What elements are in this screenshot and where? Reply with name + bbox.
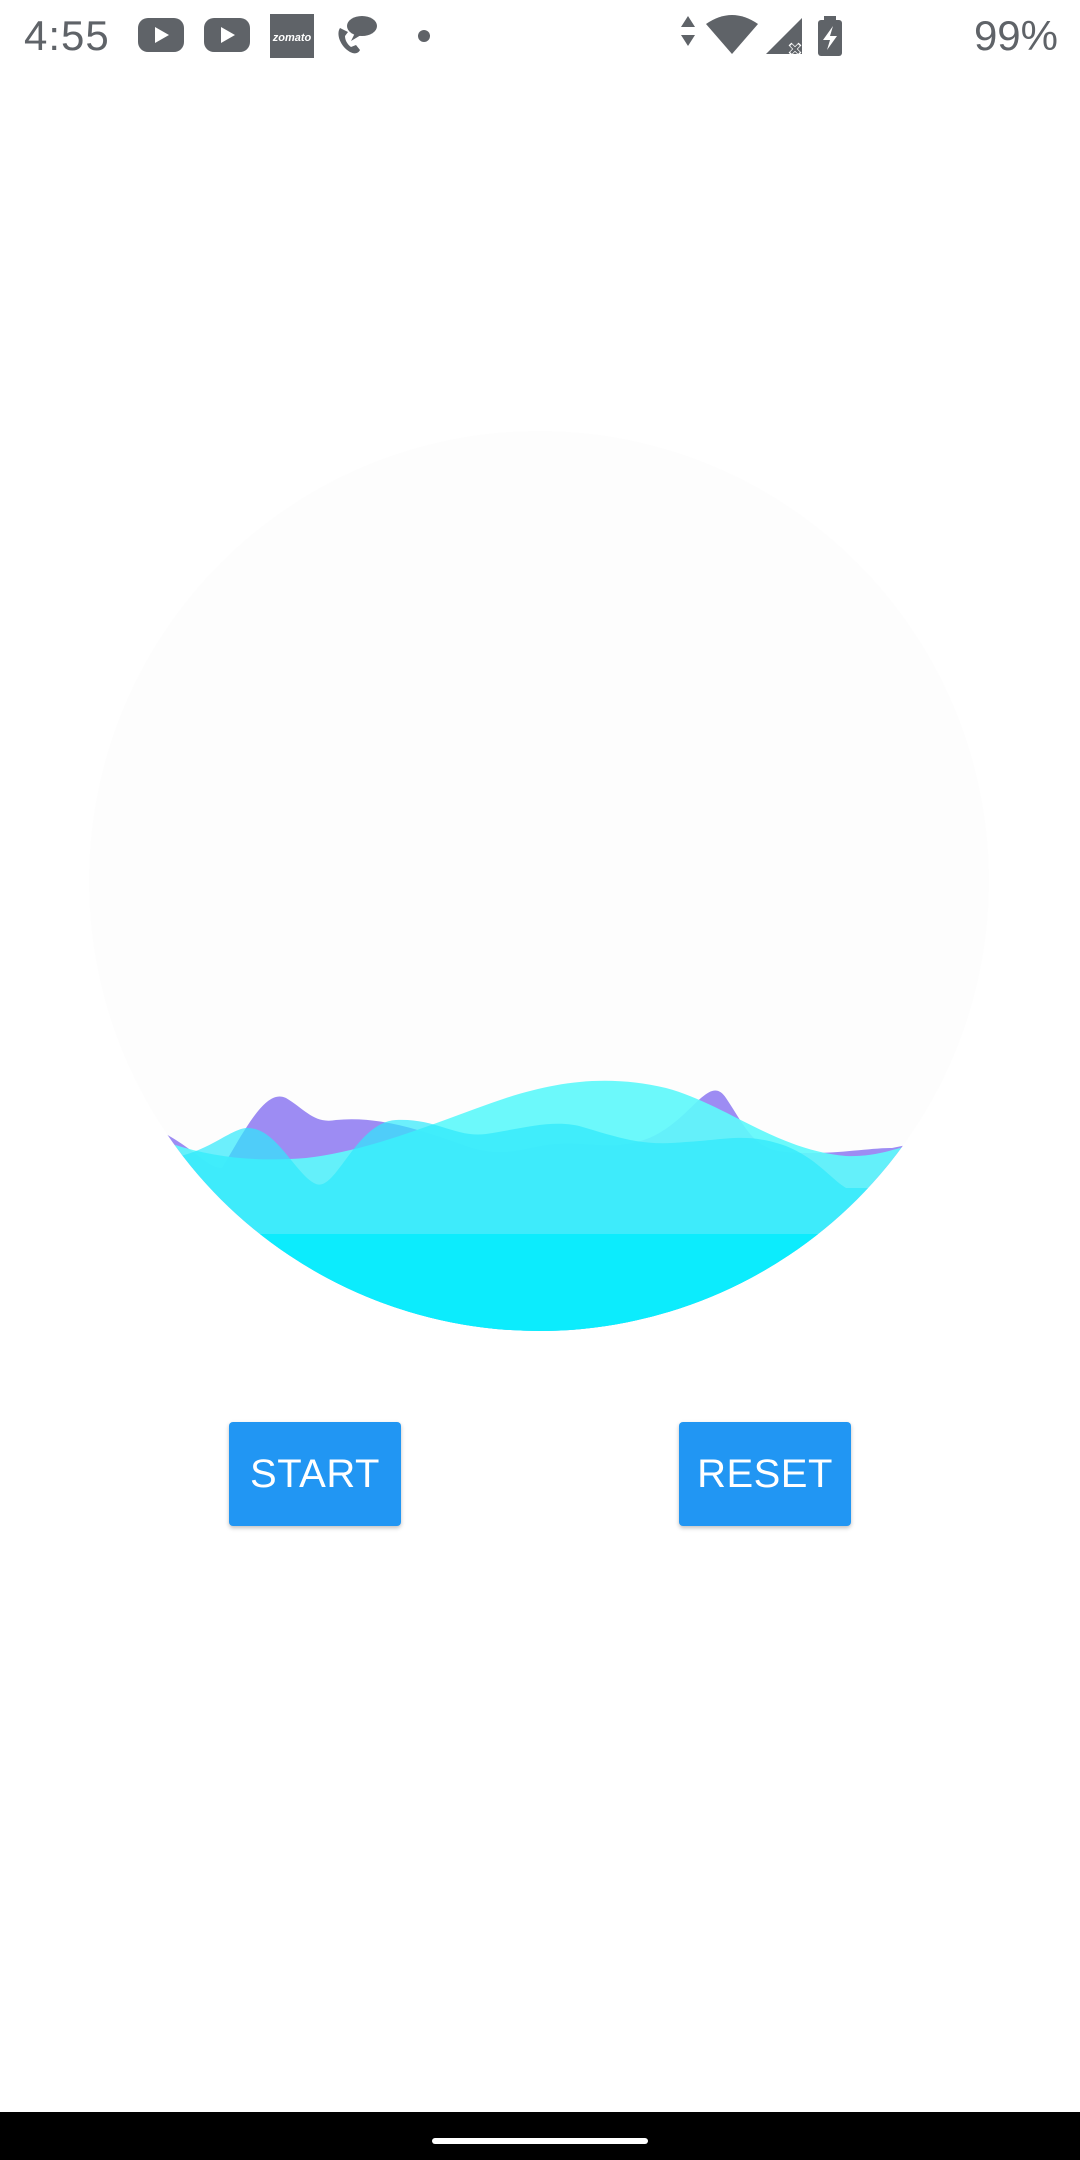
notification-icons: zomato bbox=[138, 14, 430, 58]
zomato-logo-text: zomato bbox=[272, 32, 312, 44]
system-status-icons bbox=[681, 15, 842, 56]
app-screen: 4:55 zomato 99% START RESET bbox=[0, 0, 1080, 2160]
wifi-icon bbox=[706, 15, 758, 54]
cyan-deep-fill bbox=[89, 1234, 989, 1331]
status-time: 4:55 bbox=[24, 12, 110, 59]
start-button[interactable]: START bbox=[229, 1422, 401, 1526]
status-bar: 4:55 zomato 99% bbox=[0, 0, 1080, 76]
no-signal-icon bbox=[766, 18, 802, 56]
wave-progress-view bbox=[89, 431, 989, 1331]
battery-charging-icon bbox=[818, 16, 842, 56]
youtube-icon bbox=[204, 18, 250, 52]
zomato-icon: zomato bbox=[270, 14, 314, 58]
reset-button[interactable]: RESET bbox=[679, 1422, 851, 1526]
navigation-bar bbox=[0, 2112, 1080, 2160]
data-arrows-icon bbox=[681, 16, 695, 46]
dot-icon bbox=[418, 30, 430, 42]
home-gesture-handle[interactable] bbox=[432, 2138, 648, 2144]
battery-percentage: 99% bbox=[973, 12, 1058, 59]
chat-call-icon bbox=[338, 16, 377, 54]
youtube-icon bbox=[138, 18, 184, 52]
